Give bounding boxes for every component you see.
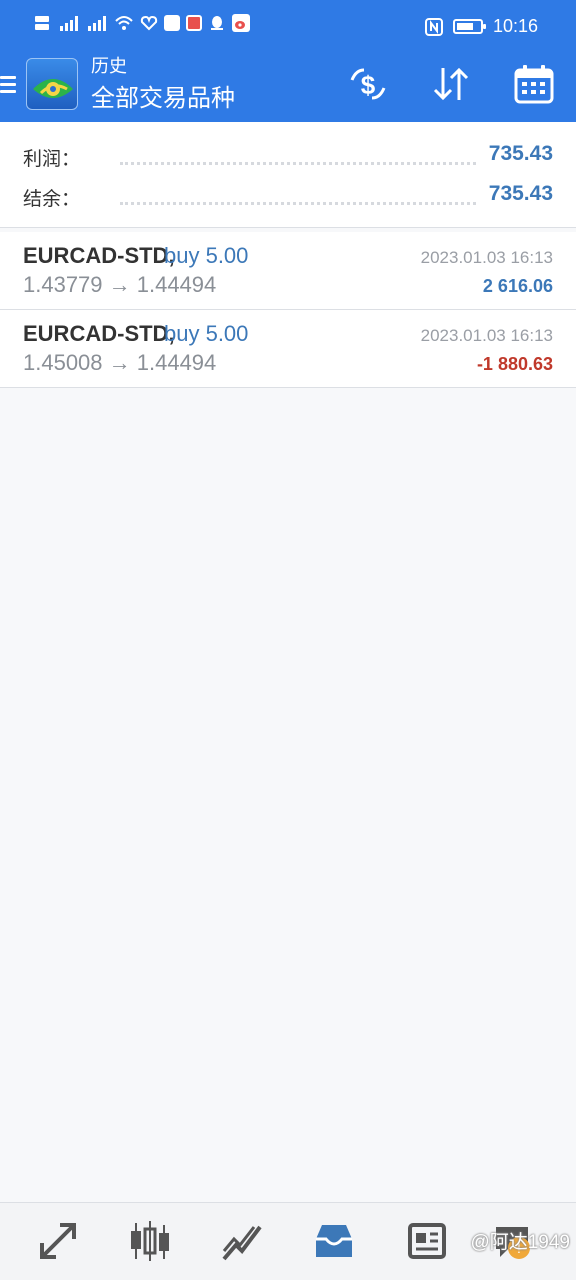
balance-label: 结余： xyxy=(23,188,81,210)
weibo-icon xyxy=(232,14,250,32)
wifi-icon xyxy=(115,16,133,30)
dotted-leader xyxy=(120,162,476,165)
trade-side: buy 5.00 xyxy=(164,321,249,346)
clock: 10:16 xyxy=(492,16,538,36)
signal-4g-icon xyxy=(60,16,78,31)
header-subtitle: 历史 xyxy=(91,56,127,77)
heart-icon xyxy=(140,15,158,31)
trade-prices: 1.45008 → 1.44494 xyxy=(23,350,217,375)
trade-icon[interactable] xyxy=(220,1219,264,1263)
watermark: @阿达1949 xyxy=(470,1232,570,1253)
trade-datetime: 2023.01.03 16:13 xyxy=(420,326,553,345)
sort-icon[interactable] xyxy=(429,62,473,106)
trade-profit: 2 616.06 xyxy=(482,276,553,296)
quotes-icon[interactable] xyxy=(36,1219,80,1263)
signal-5g-icon xyxy=(88,16,106,31)
trade-prices: 1.43779 → 1.44494 xyxy=(23,272,217,297)
hd-icon xyxy=(35,16,49,30)
profit-row: 利润： 735.43 xyxy=(0,138,576,178)
calendar-icon[interactable] xyxy=(512,62,556,106)
currency-exchange-icon[interactable]: $ xyxy=(346,62,390,106)
qq-icon xyxy=(211,16,223,30)
trade-symbol: EURCAD-STD, xyxy=(23,321,175,346)
battery-icon xyxy=(452,19,486,34)
book-app-icon xyxy=(186,15,202,31)
menu-icon[interactable] xyxy=(0,70,18,98)
history-summary: 利润： 735.43 结余： 735.43 xyxy=(0,122,576,228)
trade-datetime: 2023.01.03 16:13 xyxy=(420,248,553,267)
svg-text:$: $ xyxy=(361,70,376,100)
status-bar: 10:16 xyxy=(0,0,576,56)
trade-row[interactable]: EURCAD-STD, buy 5.00 1.43779 → 1.44494 2… xyxy=(0,232,576,310)
status-right-icons: 10:16 xyxy=(424,16,538,37)
news-icon[interactable] xyxy=(404,1219,448,1263)
nfc-icon xyxy=(424,17,443,36)
status-left-icons xyxy=(34,14,250,32)
bottom-nav: ! @阿达1949 xyxy=(0,1202,576,1280)
chart-icon[interactable] xyxy=(128,1219,172,1263)
trade-row[interactable]: EURCAD-STD, buy 5.00 1.45008 → 1.44494 2… xyxy=(0,310,576,388)
trade-profit: -1 880.63 xyxy=(476,354,553,374)
balance-row: 结余： 735.43 xyxy=(0,178,576,218)
trade-symbol: EURCAD-STD, xyxy=(23,243,175,268)
profit-value: 735.43 xyxy=(488,142,553,165)
trade-side: buy 5.00 xyxy=(164,243,249,268)
app-header: 历史 全部交易品种 $ xyxy=(0,56,576,122)
balance-value: 735.43 xyxy=(488,182,553,205)
profit-label: 利润： xyxy=(23,148,81,170)
upload-icon xyxy=(164,15,180,31)
app-logo[interactable] xyxy=(26,58,78,110)
page-title[interactable]: 全部交易品种 xyxy=(91,83,235,113)
history-icon[interactable] xyxy=(312,1219,356,1263)
dotted-leader xyxy=(120,202,476,205)
